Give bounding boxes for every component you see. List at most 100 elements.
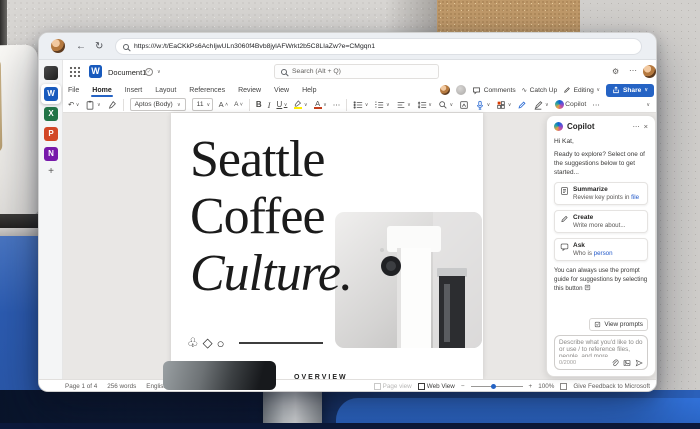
ribbon-more-icon[interactable]: ⋯	[592, 100, 600, 109]
send-icon[interactable]	[635, 359, 643, 367]
prompt-guide-note: You can always use the prompt guide for …	[554, 267, 648, 294]
title-chevron-icon[interactable]: ∨	[157, 69, 161, 75]
waffle-icon[interactable]	[69, 66, 80, 77]
more-options-icon[interactable]: ⋯	[629, 66, 637, 75]
web-view-toggle[interactable]: Web View	[418, 383, 455, 390]
saved-cloud-icon[interactable]: ✓	[145, 68, 153, 76]
grow-font-button[interactable]: A˄	[219, 100, 228, 109]
copilot-close-icon[interactable]: ×	[644, 122, 648, 131]
person-link[interactable]: person	[594, 250, 613, 257]
zoom-out-button[interactable]: −	[461, 383, 465, 390]
tab-references[interactable]: References	[188, 85, 226, 96]
page-count[interactable]: Page 1 of 4	[65, 383, 97, 390]
alignment-button[interactable]: ∨	[396, 100, 411, 110]
fit-width-icon[interactable]	[560, 383, 567, 390]
feedback-link[interactable]: Give Feedback to Microsoft	[573, 383, 650, 390]
onenote-app-icon[interactable]: N	[44, 147, 58, 161]
presence-avatar-1[interactable]	[440, 85, 450, 95]
user-avatar[interactable]	[643, 65, 656, 78]
suggestion-card-create[interactable]: Create Write more about...	[554, 210, 648, 233]
attach-icon[interactable]	[611, 359, 619, 367]
address-bar[interactable]: https:///w:/t/EaCKkPs6AchIjwULn3060f4Bvb…	[115, 38, 642, 55]
find-button[interactable]: ∨	[438, 100, 453, 110]
browser-chrome: ← ↻ https:///w:/t/EaCKkPs6AchIjwULn3060f…	[39, 33, 657, 60]
paste-button[interactable]: ∨	[85, 100, 100, 110]
coffee-machine-image[interactable]	[335, 212, 482, 348]
prompt-guide-icon	[584, 284, 591, 291]
undo-button[interactable]: ↶∨	[68, 100, 79, 109]
copilot-input-box[interactable]: 0/2000	[554, 335, 648, 370]
ribbon-copilot-button[interactable]: Copilot	[555, 100, 587, 109]
collapse-ribbon-icon[interactable]: ∨	[646, 102, 650, 108]
zoom-slider-knob[interactable]	[491, 384, 496, 389]
zoom-in-button[interactable]: +	[529, 383, 533, 390]
document-heading: Seattle Coffee Culture.	[190, 131, 352, 302]
chevron-down-icon: ∨	[207, 102, 211, 108]
file-link[interactable]: file	[631, 194, 639, 201]
suggestion-card-ask[interactable]: Ask Who is person	[554, 238, 648, 261]
format-painter-button[interactable]	[107, 100, 117, 110]
numbering-button[interactable]: ∨	[374, 100, 389, 110]
presence-avatar-2[interactable]	[456, 85, 466, 95]
editing-mode-button[interactable]: Editing ∨	[563, 86, 600, 94]
suggestion-card-summarize[interactable]: Summarize Review key points in file	[554, 182, 648, 205]
comments-button[interactable]: Comments	[472, 86, 515, 95]
tab-insert[interactable]: Insert	[124, 85, 144, 96]
excel-app-icon[interactable]: X	[44, 107, 58, 121]
copilot-icon	[554, 122, 563, 131]
powerpoint-app-icon[interactable]: P	[44, 127, 58, 141]
web-view-icon	[418, 383, 425, 390]
zoom-level[interactable]: 100%	[538, 383, 554, 390]
tab-home[interactable]: Home	[91, 85, 112, 96]
add-app-button[interactable]: +	[44, 165, 58, 179]
line-spacing-button[interactable]: ∨	[417, 100, 432, 110]
search-placeholder: Search (Alt + Q)	[292, 68, 341, 75]
m365-app-icon[interactable]	[44, 66, 58, 80]
word-search-box[interactable]: Search (Alt + Q)	[274, 64, 439, 79]
add-ins-button[interactable]: ∨	[496, 100, 511, 110]
underline-button[interactable]: U∨	[276, 100, 287, 109]
tab-layout[interactable]: Layout	[154, 85, 177, 96]
tab-file[interactable]: File	[67, 85, 80, 96]
font-size-select[interactable]: 11 ∨	[192, 98, 213, 111]
tab-help[interactable]: Help	[301, 85, 317, 96]
designer-button[interactable]	[459, 100, 469, 110]
more-font-options-icon[interactable]: ⋯	[333, 100, 341, 109]
desk-bright-panel	[336, 398, 700, 424]
document-photo-2[interactable]	[163, 361, 276, 390]
catch-up-button[interactable]: ∿ Catch Up	[522, 86, 558, 94]
document-page[interactable]: Seattle Coffee Culture.	[171, 113, 483, 379]
copilot-more-icon[interactable]: ⋯	[633, 123, 640, 131]
draw-button[interactable]	[517, 100, 527, 110]
browser-profile-avatar[interactable]	[51, 39, 65, 53]
shrink-font-button[interactable]: A˅	[234, 101, 243, 108]
chevron-down-icon: ∨	[596, 87, 600, 93]
document-title[interactable]: Document1	[108, 68, 146, 77]
gear-icon[interactable]: ⚙	[612, 67, 619, 76]
copilot-prompt-input[interactable]	[559, 339, 643, 357]
share-button[interactable]: Share ∨	[606, 84, 654, 97]
bullets-button[interactable]: ∨	[353, 100, 368, 110]
copilot-greeting: Hi Kat,	[554, 138, 648, 145]
highlight-button[interactable]: ∨	[293, 100, 307, 110]
font-name-select[interactable]: Aptos (Body) ∨	[130, 98, 186, 111]
summarize-icon	[560, 186, 569, 196]
italic-button[interactable]: I	[268, 100, 271, 110]
bold-button[interactable]: B	[256, 100, 262, 109]
chevron-down-icon: ∨	[644, 87, 648, 93]
word-app-icon[interactable]: W	[44, 87, 58, 101]
view-prompts-button[interactable]: View prompts	[589, 318, 648, 331]
refresh-icon[interactable]: ↻	[95, 33, 103, 60]
font-color-button[interactable]: A ∨	[314, 100, 327, 110]
document-shape-row: ♧ ◇ ○	[187, 335, 323, 351]
page-view-toggle[interactable]: Page view	[374, 383, 412, 390]
back-icon[interactable]: ←	[76, 33, 86, 60]
tab-review[interactable]: Review	[237, 85, 262, 96]
zoom-slider[interactable]	[471, 386, 523, 387]
editor-pen-button[interactable]: ∨	[533, 100, 548, 110]
tab-view[interactable]: View	[273, 85, 290, 96]
search-icon	[123, 44, 129, 50]
image-icon[interactable]	[623, 359, 631, 367]
word-count[interactable]: 256 words	[107, 383, 136, 390]
dictate-button[interactable]: ∨	[475, 100, 490, 110]
